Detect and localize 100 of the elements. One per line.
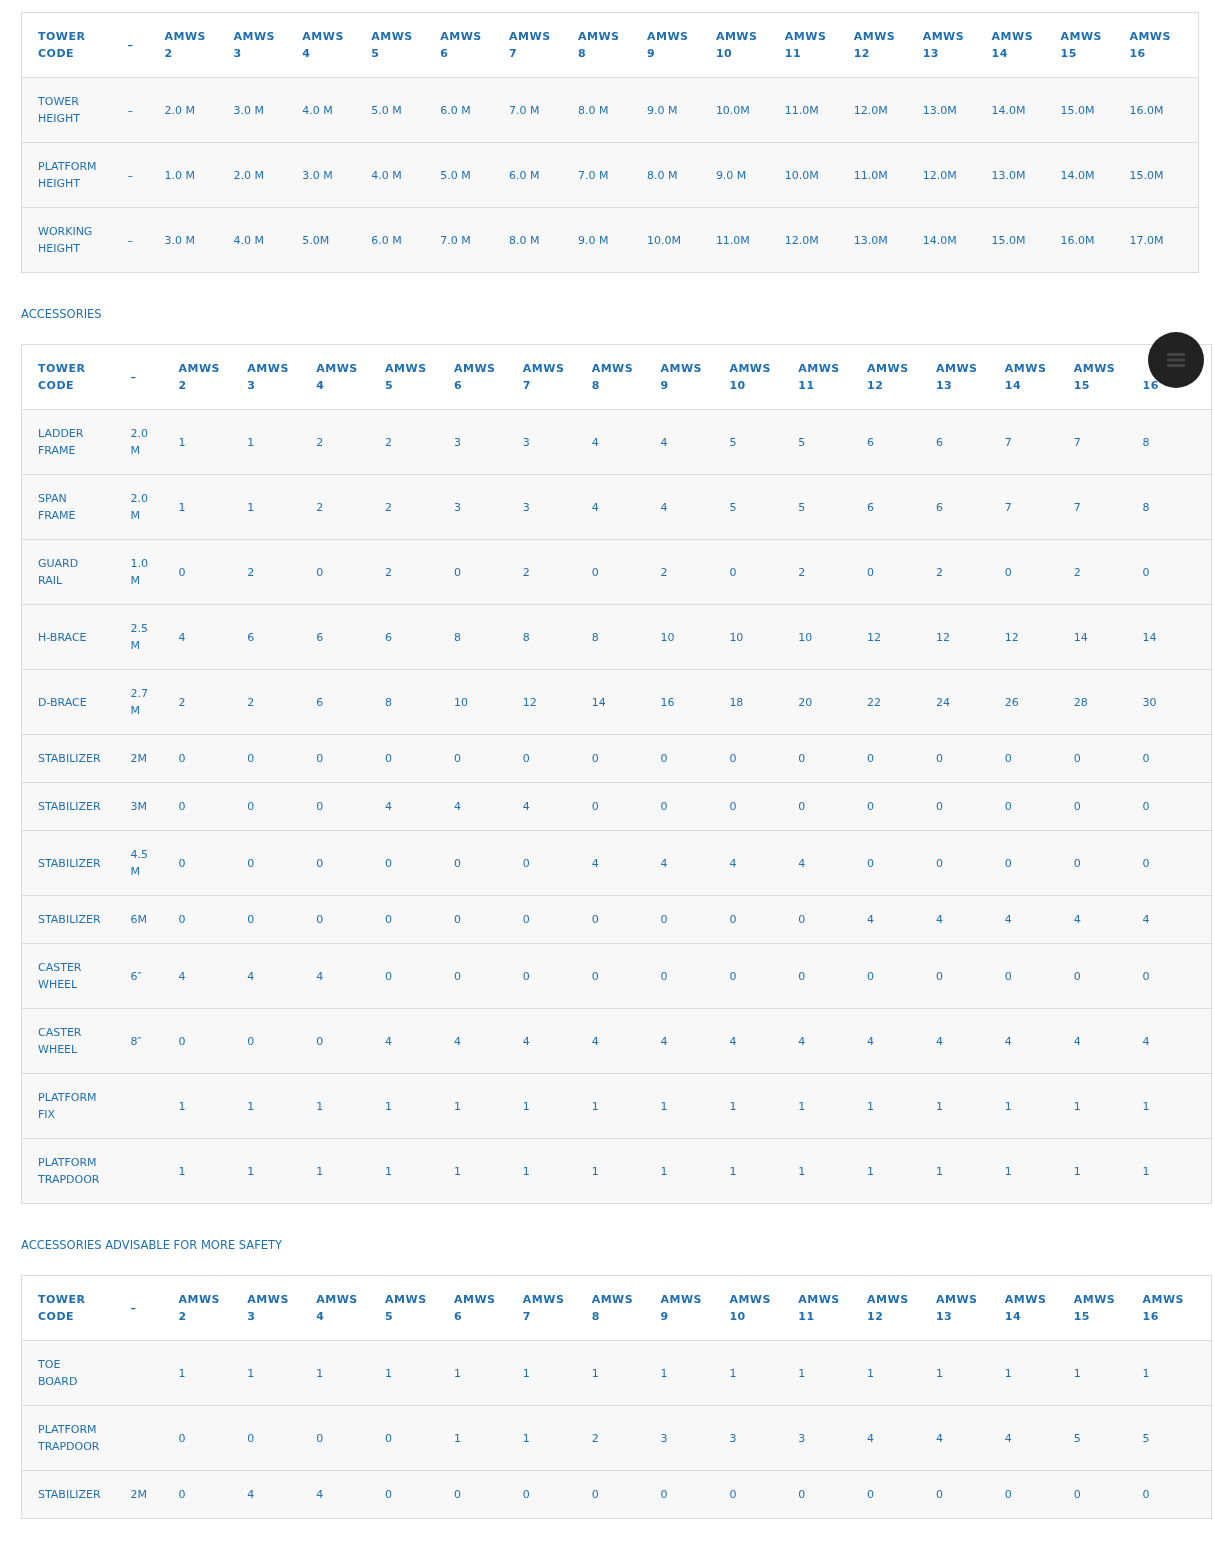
column-header: AMWS 2	[178, 361, 220, 394]
table-cell: 4	[591, 409, 661, 475]
table-cell: 2.0 M	[130, 474, 179, 540]
table-cell: 3	[453, 409, 523, 475]
table-cell: 4	[798, 830, 868, 896]
table-cell: 8.0 M	[646, 142, 716, 208]
table-cell: 9.0 M	[715, 142, 785, 208]
column-header: AMWS 12	[867, 361, 909, 394]
table-cell: 5.0 M	[440, 142, 510, 208]
table-cell: 0	[178, 539, 248, 605]
column-header: AMWS 11	[798, 1292, 840, 1325]
table-cell: 0	[178, 1470, 248, 1519]
table-cell: 0	[729, 734, 799, 783]
row-label: H-BRACE	[21, 604, 131, 670]
table-cell: 12	[867, 604, 936, 670]
column-header: AMWS 5	[385, 361, 427, 394]
table-cell: 4	[1142, 895, 1212, 944]
column-header: AMWS 8	[591, 1292, 634, 1325]
table-cell: 1	[591, 1138, 661, 1204]
table-cell: 13.0M	[991, 142, 1061, 208]
table-cell: 0	[316, 1405, 386, 1471]
table-cell: 11.0M	[784, 77, 854, 143]
table-cell: 3	[660, 1405, 730, 1471]
column-header: AMWS 14	[991, 29, 1034, 62]
table-cell: 3	[522, 409, 592, 475]
table-cell: 0	[316, 782, 386, 831]
table-cell: 0	[247, 734, 317, 783]
table-cell: 1	[178, 409, 248, 475]
column-header: AMWS 10	[729, 1292, 771, 1325]
table-cell: 14.0M	[1060, 142, 1130, 208]
table-cell: 4	[522, 782, 592, 831]
table-cell: 2.0 M	[164, 77, 234, 143]
table-cell: 0	[935, 782, 1005, 831]
table-cell: 0	[867, 1470, 936, 1519]
table-cell: 5	[798, 474, 868, 540]
table-cell: 0	[178, 1405, 248, 1471]
table-cell: 26	[1004, 669, 1074, 735]
table-cell: 10.0M	[646, 207, 716, 273]
row-label: STABILIZER	[21, 830, 131, 896]
column-header: –	[127, 12, 165, 78]
column-header: AMWS 11	[798, 361, 840, 394]
table-cell: 6.0 M	[440, 77, 510, 143]
table-cell: 1	[729, 1073, 799, 1139]
table-cell: 0	[935, 830, 1005, 896]
table-cell: 1	[1142, 1340, 1212, 1406]
table-cell: 3	[522, 474, 592, 540]
table-cell: 0	[178, 734, 248, 783]
table-cell: 0	[1073, 830, 1143, 896]
table-cell: 6″	[130, 943, 179, 1009]
row-label: WORKING HEIGHT	[21, 207, 128, 273]
column-header: AMWS 15	[1073, 361, 1116, 394]
table-cell: 5	[729, 409, 799, 475]
column-header: AMWS 6	[453, 361, 496, 394]
table-cell: 0	[1004, 943, 1074, 1009]
column-header: AMWS 12	[867, 1292, 909, 1325]
table-cell: 14	[1073, 604, 1143, 670]
table-cell: 7.0 M	[509, 77, 579, 143]
column-header: AMWS 12	[853, 29, 896, 62]
table-cell: 2	[316, 474, 386, 540]
column-header: AMWS 4	[316, 1292, 358, 1325]
table-cell: –	[127, 77, 165, 143]
table-cell: 0	[729, 943, 799, 1009]
table-cell: 1.0 M	[164, 142, 234, 208]
table-cell: 2	[316, 409, 386, 475]
table-cell: 14	[1142, 604, 1212, 670]
column-header: AMWS 9	[646, 29, 689, 62]
table-cell: 2M	[130, 734, 179, 783]
table-cell: 4	[935, 1405, 1005, 1471]
table-cell: 1	[316, 1073, 386, 1139]
table-cell: 1	[247, 409, 317, 475]
row-label: STABILIZER	[21, 1470, 131, 1519]
table-cell: 4	[591, 830, 661, 896]
table-cell: 0	[1142, 830, 1212, 896]
table-cell: 1	[798, 1138, 868, 1204]
table-cell: 0	[660, 782, 730, 831]
table-cell: 20	[798, 669, 868, 735]
table-cell: 13.0M	[853, 207, 923, 273]
table-cell: 4	[798, 1008, 868, 1074]
table-cell: 1	[729, 1138, 799, 1204]
table-cell: 0	[247, 782, 317, 831]
table-cell: 14.0M	[991, 77, 1061, 143]
table-cell: 8	[591, 604, 661, 670]
table-cell: 2	[660, 539, 730, 605]
table-cell: 4	[1073, 895, 1143, 944]
table-cell: 1	[178, 1138, 248, 1204]
table-cell: 4	[247, 943, 317, 1009]
table-cell: 1	[867, 1340, 936, 1406]
column-header: AMWS 14	[1004, 361, 1047, 394]
table-cell: 4	[867, 1008, 936, 1074]
table-cell: 4	[385, 1008, 454, 1074]
table-cell: 0	[1073, 1470, 1143, 1519]
table-cell: 0	[660, 943, 730, 1009]
section-heading: ACCESSORIES ADVISABLE FOR MORE SAFETY	[21, 1237, 284, 1254]
table-cell: 1.0 M	[130, 539, 179, 605]
table-cell: 1	[729, 1340, 799, 1406]
table-cell: 1	[385, 1138, 454, 1204]
table-cell: 0	[1004, 539, 1074, 605]
table-cell: 5	[1073, 1405, 1143, 1471]
table-cell: 1	[522, 1138, 592, 1204]
column-header: AMWS 15	[1060, 29, 1102, 62]
